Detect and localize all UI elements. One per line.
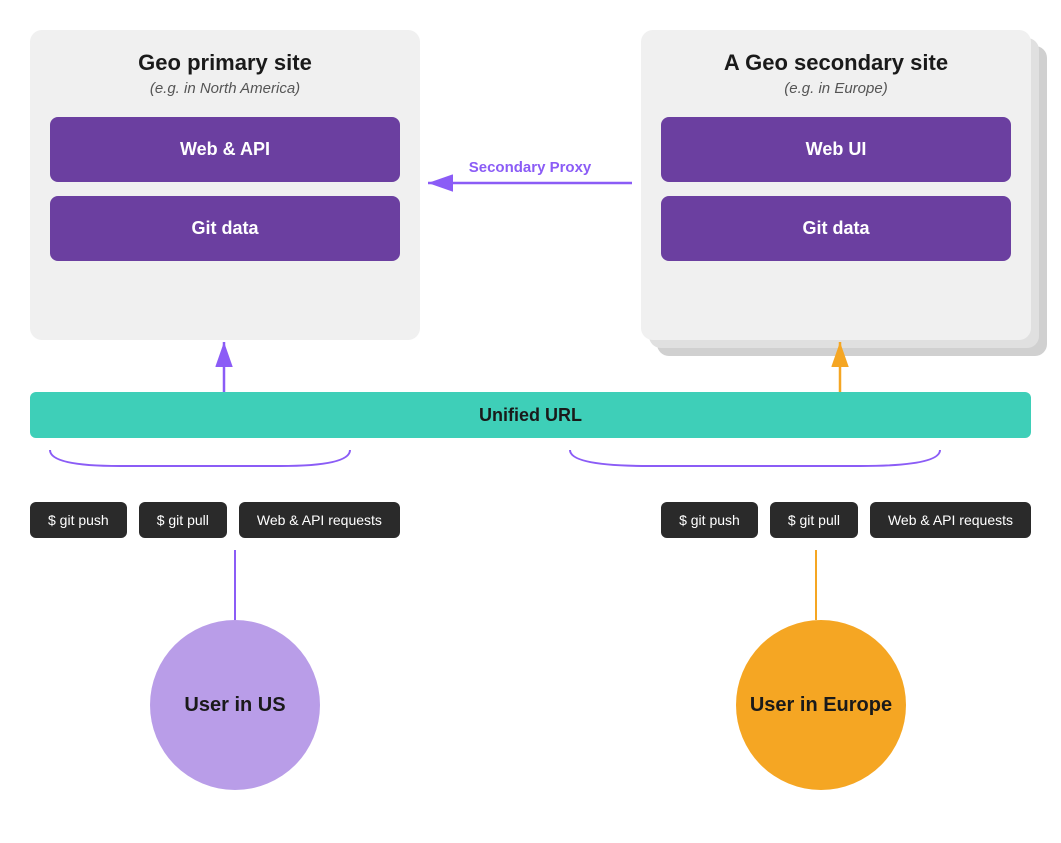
- primary-site-subtitle: (e.g. in North America): [50, 80, 400, 97]
- right-git-push-btn: $ git push: [661, 502, 758, 538]
- right-git-pull-btn: $ git pull: [770, 502, 858, 538]
- primary-web-api-box: Web & API: [50, 117, 400, 182]
- left-web-api-btn: Web & API requests: [239, 502, 400, 538]
- secondary-site-box: A Geo secondary site (e.g. in Europe) We…: [641, 30, 1031, 340]
- secondary-git-data-box: Git data: [661, 196, 1011, 261]
- user-europe-label: User in Europe: [750, 694, 892, 717]
- left-git-push-btn: $ git push: [30, 502, 127, 538]
- user-europe-circle: User in Europe: [736, 620, 906, 790]
- svg-text:Secondary Proxy: Secondary Proxy: [469, 159, 592, 176]
- user-us-label: User in US: [184, 694, 285, 717]
- secondary-site-title: A Geo secondary site: [661, 50, 1011, 76]
- actions-right-group: $ git push $ git pull Web & API requests: [661, 502, 1031, 538]
- actions-left-group: $ git push $ git pull Web & API requests: [30, 502, 400, 538]
- secondary-site-subtitle: (e.g. in Europe): [661, 80, 1011, 97]
- user-us-circle: User in US: [150, 620, 320, 790]
- unified-url-bar: Unified URL: [30, 392, 1031, 438]
- left-git-pull-btn: $ git pull: [139, 502, 227, 538]
- primary-git-data-box: Git data: [50, 196, 400, 261]
- primary-site-title: Geo primary site: [50, 50, 400, 76]
- diagram: Geo primary site (e.g. in North America)…: [0, 0, 1061, 843]
- right-web-api-btn: Web & API requests: [870, 502, 1031, 538]
- unified-url-label: Unified URL: [479, 405, 582, 426]
- primary-site-box: Geo primary site (e.g. in North America)…: [30, 30, 420, 340]
- secondary-web-ui-box: Web UI: [661, 117, 1011, 182]
